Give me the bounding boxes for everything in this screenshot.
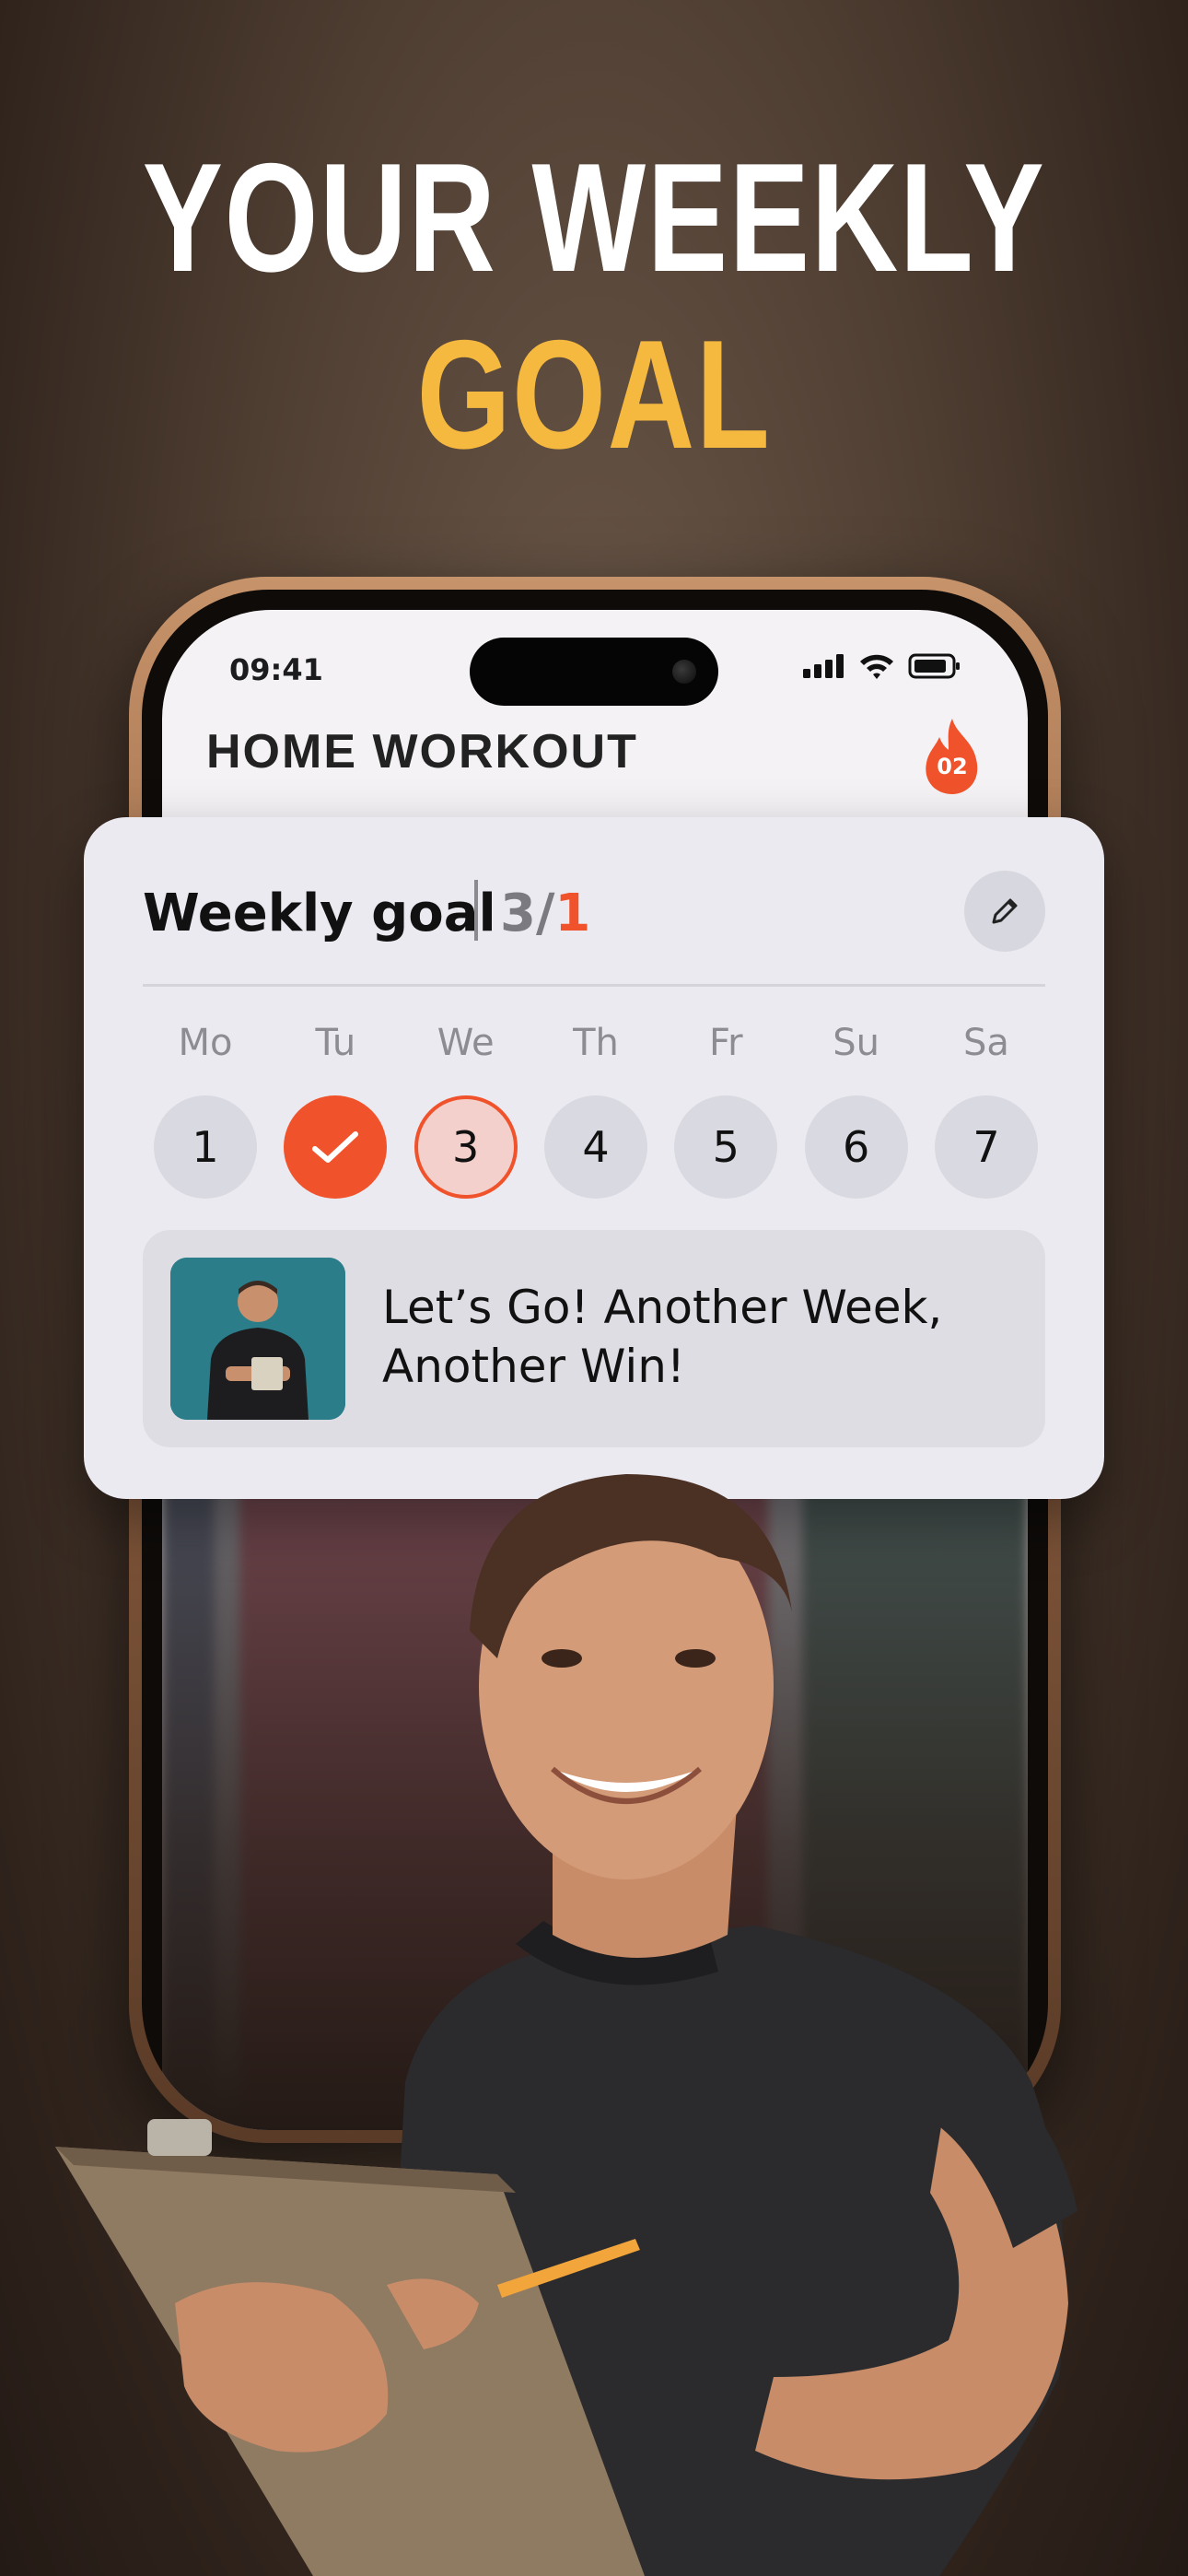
- edit-pencil-icon: [992, 898, 1018, 924]
- day-circles: 1 3 4 5 6 7: [154, 1095, 1038, 1199]
- day-circle-th[interactable]: 4: [543, 1095, 647, 1199]
- day-label: Tu: [315, 1022, 356, 1064]
- checkmark-icon: [312, 1131, 359, 1163]
- day-label: Mo: [178, 1022, 233, 1064]
- battery-icon: [908, 653, 960, 679]
- dynamic-island: [470, 638, 718, 706]
- weekly-goal-title: Weekly goal: [143, 884, 496, 943]
- headline-line-1: YOUR WEEKLY: [142, 131, 1046, 304]
- streak-badge[interactable]: 02: [919, 717, 985, 794]
- day-label: Fr: [709, 1022, 743, 1064]
- day-circle-mo[interactable]: 1: [154, 1095, 257, 1199]
- wifi-icon: [860, 654, 893, 679]
- day-circle-we-today[interactable]: 3: [413, 1095, 518, 1199]
- camera-icon: [672, 660, 696, 684]
- streak-count: 02: [937, 754, 968, 779]
- day-circle-sa[interactable]: 7: [934, 1095, 1038, 1199]
- day-circle-su[interactable]: 6: [804, 1095, 908, 1199]
- signal-icon: [803, 654, 844, 678]
- trainer-photo: [55, 1474, 1077, 2576]
- edit-goal-button[interactable]: [964, 871, 1045, 952]
- weekly-goal-count: 3/1: [500, 884, 591, 943]
- status-time: 09:41: [229, 652, 323, 687]
- title-separator: [474, 880, 478, 941]
- day-label: Sa: [963, 1022, 1009, 1064]
- day-label: Th: [573, 1022, 619, 1064]
- day-label: Su: [833, 1022, 880, 1064]
- headline-line-2: GOAL: [416, 308, 772, 481]
- day-circle-fr[interactable]: 5: [674, 1095, 778, 1199]
- day-labels: Mo Tu We Th Fr Su Sa: [154, 1022, 1038, 1064]
- day-circle-tu-completed[interactable]: [284, 1095, 388, 1199]
- divider: [143, 984, 1045, 987]
- app-title: HOME WORKOUT: [206, 725, 638, 779]
- status-icons: [803, 652, 961, 680]
- motivation-text: Let’s Go! Another Week, Another Win!: [382, 1281, 943, 1393]
- day-label: We: [437, 1022, 495, 1064]
